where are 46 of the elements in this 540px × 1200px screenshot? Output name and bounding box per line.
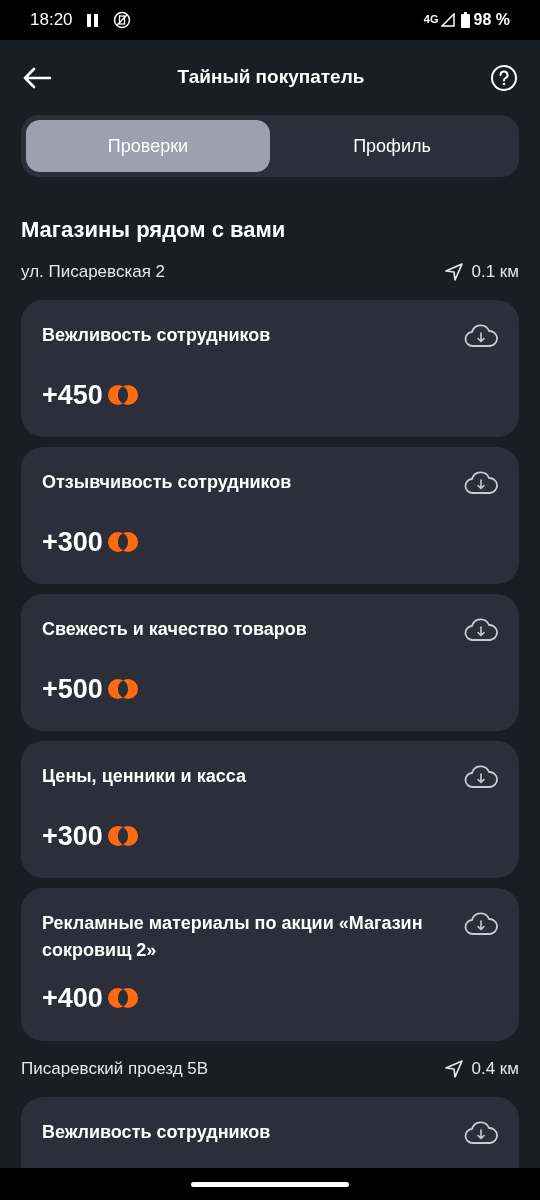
location-arrow-icon (443, 262, 464, 282)
task-card[interactable]: Свежесть и качество товаров +500 (21, 594, 519, 731)
cloud-download-icon[interactable] (464, 616, 498, 642)
coin-icon (106, 529, 139, 554)
coin-icon (106, 676, 139, 701)
cloud-download-icon[interactable] (464, 910, 498, 936)
store-address: Писаревский проезд 5В (21, 1057, 209, 1080)
task-card[interactable]: Вежливость сотрудников +450 (21, 300, 519, 437)
reward-points: +450 (42, 378, 103, 412)
cloud-download-icon[interactable] (464, 322, 498, 348)
section-heading: Магазины рядом с вами (21, 216, 287, 244)
coin-icon (106, 986, 139, 1011)
reward-points: +300 (42, 525, 103, 559)
task-card[interactable]: Цены, ценники и касса +300 (21, 741, 519, 878)
task-title: Вежливость сотрудников (42, 324, 271, 347)
home-indicator[interactable] (191, 1181, 349, 1187)
network-label: 4G (423, 12, 439, 27)
task-title: Отзывчивость сотрудников (42, 471, 292, 494)
coin-icon (106, 382, 139, 407)
battery-icon (460, 12, 470, 28)
task-title: Вежливость сотрудников (42, 1120, 271, 1144)
signal-icon (440, 13, 455, 27)
location-arrow-icon (443, 1058, 464, 1079)
cloud-download-icon[interactable] (464, 763, 498, 789)
pause-icon (86, 13, 99, 27)
back-arrow-icon[interactable] (22, 66, 52, 89)
reward-points: +500 (42, 672, 103, 706)
distance-label: 0.1 км (471, 261, 519, 284)
reward-points: +300 (42, 819, 103, 853)
battery-level: 98 % (473, 10, 510, 30)
reward-points: +400 (42, 982, 103, 1015)
task-title: Свежесть и качество товаров (42, 618, 307, 641)
task-card[interactable]: Отзывчивость сотрудников +300 (21, 447, 519, 584)
help-icon[interactable] (490, 63, 518, 92)
screen-title: Тайный покупатель (177, 65, 365, 90)
blocked-icon (112, 11, 131, 29)
tab[interactable]: Профиль (270, 120, 514, 172)
task-title: Цены, ценники и касса (42, 765, 246, 788)
store-address: ул. Писаревская 2 (21, 261, 166, 284)
status-time: 18:20 (30, 9, 73, 32)
cloud-download-icon[interactable] (464, 469, 498, 495)
distance-label: 0.4 км (471, 1057, 519, 1080)
task-title: Рекламные материалы по акции «Магазин сокровищ 2» (42, 912, 424, 962)
task-card[interactable]: Рекламные материалы по акции «Магазин сокровищ 2» +400 (21, 888, 519, 1041)
coin-icon (106, 823, 139, 848)
task-card[interactable]: Вежливость сотрудников (21, 1096, 519, 1168)
